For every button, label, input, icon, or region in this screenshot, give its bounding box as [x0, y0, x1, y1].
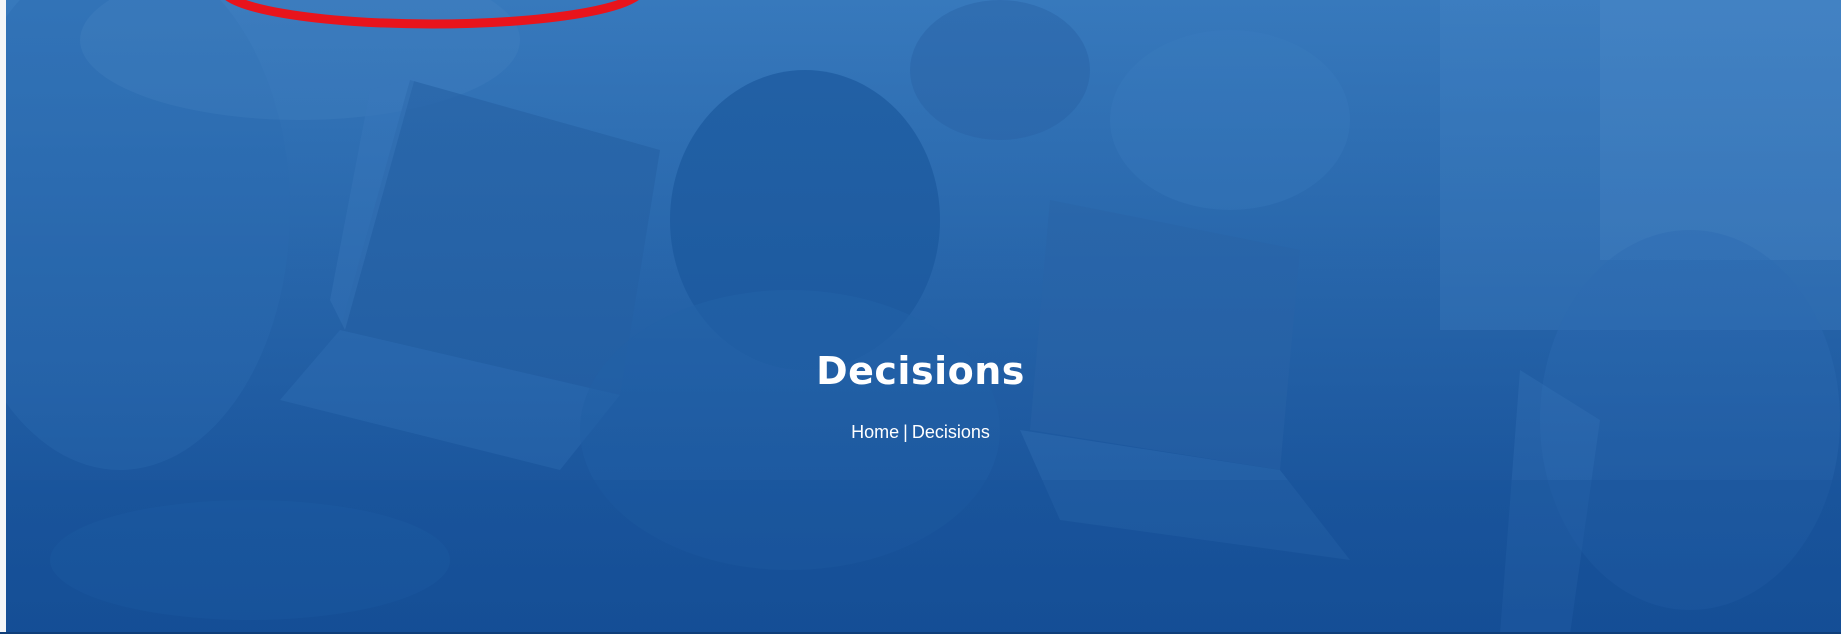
breadcrumb-current: Decisions	[911, 422, 990, 442]
page-header-banner: Decisions Home | Decisions	[0, 0, 1841, 634]
page-left-edge	[0, 0, 6, 634]
page-title: Decisions	[816, 349, 1025, 394]
breadcrumb: Home | Decisions	[0, 418, 1841, 446]
breadcrumb-home-link[interactable]: Home	[851, 422, 899, 442]
breadcrumb-separator: |	[903, 422, 908, 442]
blue-tint-overlay	[0, 0, 1841, 634]
